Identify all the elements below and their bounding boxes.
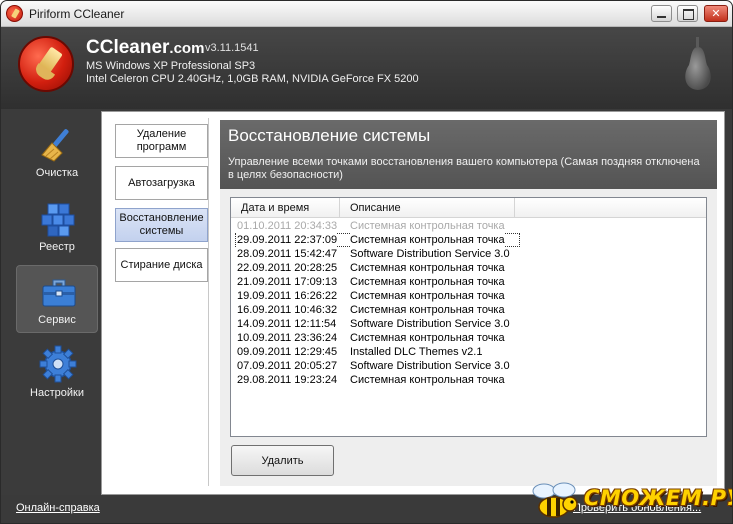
table-row[interactable]: 10.09.2011 23:36:24 Системная контрольна…	[231, 331, 706, 345]
row-date: 19.09.2011 16:26:22	[237, 290, 338, 302]
sidebar-label-cleaner: Очистка	[35, 167, 79, 179]
content-area: Удаление программ Автозагрузка Восстанов…	[101, 111, 725, 495]
bee-mascot-icon	[532, 482, 578, 518]
submenu-drive-wiper[interactable]: Стирание диска	[115, 248, 208, 282]
delete-button[interactable]: Удалить	[231, 445, 334, 476]
hardware-info: Intel Celeron CPU 2.40GHz, 1,0GB RAM, NV…	[86, 73, 419, 85]
app-header: CCleaner.com v3.11.1541 MS Windows XP Pr…	[1, 27, 732, 109]
row-date: 22.09.2011 20:28:25	[237, 262, 338, 274]
sidebar-label-options: Настройки	[30, 387, 84, 399]
watermark: СМОЖЕМ.РУ	[528, 479, 732, 521]
row-description: Системная контрольная точка	[350, 290, 505, 302]
row-date: 09.09.2011 12:29:45	[237, 346, 338, 358]
os-info: MS Windows XP Professional SP3	[86, 60, 256, 72]
row-date: 28.09.2011 15:42:47	[237, 248, 338, 260]
row-date: 29.09.2011 22:37:09	[237, 233, 338, 247]
row-description: Installed DLC Themes v2.1	[350, 346, 483, 358]
restore-panel: Дата и время Описание 01.10.2011 20:34:3…	[220, 189, 717, 486]
table-row[interactable]: 07.09.2011 20:05:27 Software Distributio…	[231, 359, 706, 373]
row-description: Системная контрольная точка	[350, 304, 505, 316]
maximize-button[interactable]	[677, 5, 698, 22]
piriform-pear-icon	[685, 37, 711, 90]
row-description: Software Distribution Service 3.0	[350, 360, 510, 372]
submenu-startup[interactable]: Автозагрузка	[115, 166, 208, 200]
column-header-description[interactable]: Описание	[340, 198, 515, 218]
table-row[interactable]: 16.09.2011 10:46:32 Системная контрольна…	[231, 303, 706, 317]
row-description: Software Distribution Service 3.0	[350, 248, 510, 260]
window-title: Piriform CCleaner	[29, 7, 125, 21]
version-label: v3.11.1541	[205, 42, 259, 54]
panel-title: Восстановление системы	[228, 126, 431, 145]
row-date: 14.09.2011 12:11:54	[237, 318, 337, 330]
title-bar[interactable]: Piriform CCleaner ✕	[1, 1, 732, 27]
row-description: Системная контрольная точка	[350, 332, 505, 344]
sidebar-item-tools[interactable]: Сервис	[16, 265, 98, 333]
row-description: Системная контрольная точка	[350, 220, 505, 232]
table-row[interactable]: 09.09.2011 12:29:45 Installed DLC Themes…	[231, 345, 706, 359]
row-date: 07.09.2011 20:05:27	[237, 360, 338, 372]
sidebar-item-registry[interactable]: Реестр	[16, 193, 98, 261]
list-rows: 01.10.2011 20:34:33 Системная контрольна…	[231, 219, 706, 387]
close-icon: ✕	[711, 7, 721, 20]
table-row[interactable]: 28.09.2011 15:42:47 Software Distributio…	[231, 247, 706, 261]
table-row[interactable]: 29.09.2011 22:37:09 Системная контрольна…	[235, 233, 520, 247]
watermark-text: СМОЖЕМ.РУ	[584, 486, 733, 510]
row-description: Системная контрольная точка	[350, 374, 505, 386]
table-row: 01.10.2011 20:34:33 Системная контрольна…	[231, 219, 706, 233]
panel-header: Восстановление системы Управление всеми …	[220, 120, 717, 189]
toolbox-icon	[42, 279, 76, 307]
row-date: 16.09.2011 10:46:32	[237, 304, 338, 316]
main-sidebar: Очистка Реестр Сервис Настройки	[1, 109, 101, 497]
brand-main: CCleaner	[86, 37, 170, 58]
ccleaner-app-icon[interactable]	[6, 5, 23, 22]
table-row[interactable]: 29.08.2011 19:23:24 Системная контрольна…	[231, 373, 706, 387]
list-header: Дата и время Описание	[231, 198, 706, 218]
row-description: Software Distribution Service 3.0	[350, 318, 510, 330]
row-description: Системная контрольная точка	[350, 262, 505, 274]
submenu-divider	[208, 118, 209, 486]
brand-tld: .com	[169, 40, 205, 57]
sidebar-item-cleaner[interactable]: Очистка	[16, 119, 98, 187]
broom-icon	[41, 129, 69, 162]
close-button[interactable]: ✕	[704, 5, 728, 22]
registry-cubes-icon	[41, 203, 75, 237]
panel-description: Управление всеми точками восстановления …	[228, 156, 700, 181]
submenu-uninstall[interactable]: Удаление программ	[115, 124, 208, 158]
table-row[interactable]: 22.09.2011 20:28:25 Системная контрольна…	[231, 261, 706, 275]
row-description: Системная контрольная точка	[350, 276, 505, 288]
restore-point-list[interactable]: Дата и время Описание 01.10.2011 20:34:3…	[230, 197, 707, 437]
table-row[interactable]: 14.09.2011 12:11:54 Software Distributio…	[231, 317, 706, 331]
column-header-date[interactable]: Дата и время	[231, 198, 340, 218]
row-date: 29.08.2011 19:23:24	[237, 374, 338, 386]
sidebar-label-registry: Реестр	[39, 241, 75, 253]
minimize-button[interactable]	[651, 5, 672, 22]
table-row[interactable]: 19.09.2011 16:26:22 Системная контрольна…	[231, 289, 706, 303]
sidebar-label-tools: Сервис	[38, 314, 76, 326]
table-row[interactable]: 21.09.2011 17:09:13 Системная контрольна…	[231, 275, 706, 289]
row-description: Системная контрольная точка	[350, 233, 505, 247]
brand-name: CCleaner.com	[86, 37, 204, 59]
ccleaner-window: Piriform CCleaner ✕ CCleaner.com v3.11.1…	[0, 0, 733, 524]
ccleaner-logo-icon	[18, 36, 74, 92]
row-date: 10.09.2011 23:36:24	[237, 332, 338, 344]
sidebar-item-options[interactable]: Настройки	[16, 339, 98, 407]
submenu-system-restore[interactable]: Восстановление системы	[115, 208, 208, 242]
online-help-link[interactable]: Онлайн-справка	[16, 502, 100, 514]
row-date: 01.10.2011 20:34:33	[237, 220, 338, 232]
row-date: 21.09.2011 17:09:13	[237, 276, 338, 288]
gear-icon	[39, 345, 77, 383]
